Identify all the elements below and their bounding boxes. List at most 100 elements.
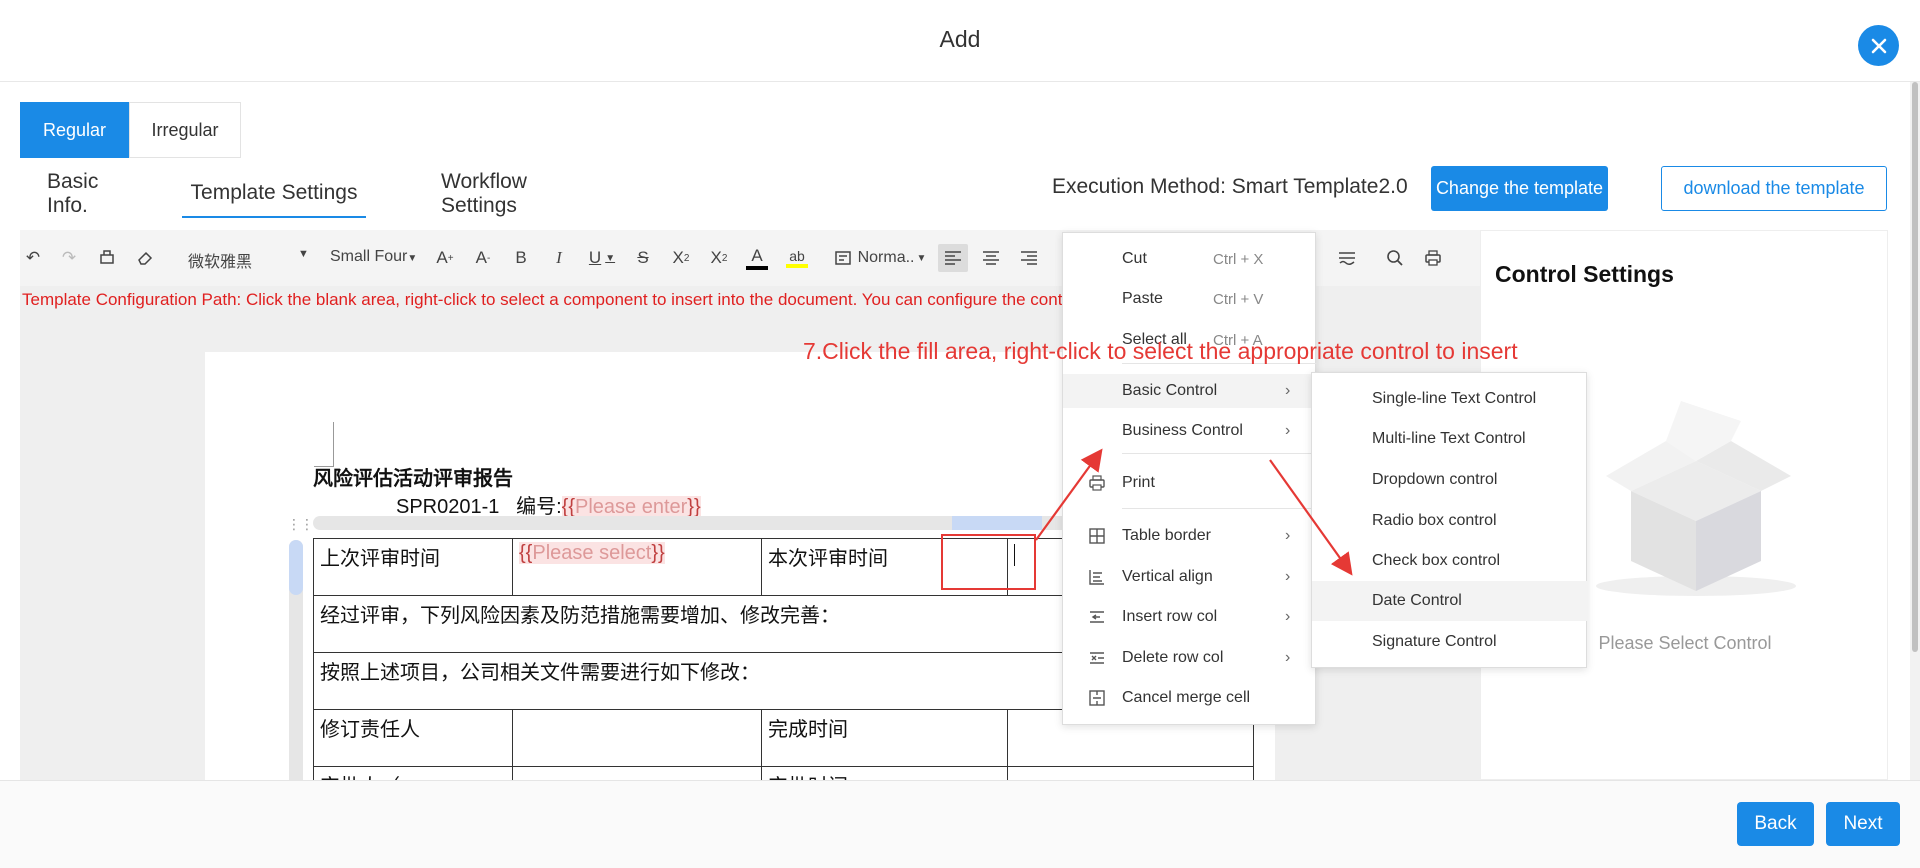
vertical-align-icon <box>1087 567 1107 587</box>
font-family-value: 微软雅黑 <box>188 254 253 271</box>
menu-item-delete-row-col[interactable]: Delete row col › <box>1063 641 1317 675</box>
menu-item-label: Print <box>1122 474 1155 491</box>
font-size-value: Small Four <box>330 248 408 265</box>
undo-icon[interactable]: ↶ <box>20 244 46 272</box>
mode-regular-button[interactable]: Regular <box>20 102 129 158</box>
delete-row-col-icon <box>1087 648 1107 668</box>
tab-workflow-settings[interactable]: Workflow Settings <box>441 170 527 218</box>
page-scrollbar[interactable] <box>1910 82 1920 782</box>
download-template-button[interactable]: download the template <box>1661 166 1887 211</box>
strikethrough-icon[interactable]: S <box>630 244 656 272</box>
submenu-item-single-line-text[interactable]: Single-line Text Control <box>1312 379 1588 419</box>
close-icon <box>1871 38 1886 53</box>
table-cell[interactable] <box>512 709 762 767</box>
table-cell[interactable]: {{Please select}} <box>512 538 762 596</box>
menu-item-cut[interactable]: Cut Ctrl + X <box>1063 242 1317 276</box>
menu-item-label: Cut <box>1122 250 1147 267</box>
chevron-right-icon: › <box>1285 608 1291 625</box>
chevron-right-icon: › <box>1285 568 1291 585</box>
change-template-button[interactable]: Change the template <box>1431 166 1608 211</box>
bold-icon[interactable]: B <box>508 244 534 272</box>
menu-item-cancel-merge[interactable]: Cancel merge cell <box>1063 681 1317 715</box>
superscript-icon[interactable]: X2 <box>668 244 694 272</box>
chevron-down-icon: ▼ <box>298 248 309 260</box>
control-settings-title: Control Settings <box>1495 261 1674 287</box>
menu-item-vertical-align[interactable]: Vertical align › <box>1063 560 1317 594</box>
fill-area-highlight <box>941 534 1036 590</box>
menu-item-table-border[interactable]: Table border › <box>1063 519 1317 553</box>
ruler-highlight <box>952 516 1042 530</box>
vertical-ruler-highlight <box>289 540 303 595</box>
menu-divider <box>1122 508 1317 509</box>
align-right-icon[interactable] <box>1014 244 1044 272</box>
submenu-item-label: Signature Control <box>1372 633 1497 650</box>
print-icon <box>1087 473 1107 493</box>
back-button[interactable]: Back <box>1737 802 1814 846</box>
align-left-icon[interactable] <box>938 244 968 272</box>
strikeline-icon[interactable] <box>1334 244 1360 272</box>
chevron-right-icon: › <box>1285 382 1291 399</box>
underline-icon[interactable]: U ▼ <box>582 244 622 272</box>
submenu-item-radio-box[interactable]: Radio box control <box>1312 501 1588 541</box>
mode-irregular-button[interactable]: Irregular <box>129 102 241 158</box>
menu-divider <box>1122 453 1317 454</box>
table-cell[interactable]: 完成时间 <box>761 709 1008 767</box>
document-code-line: SPR0201-1 编号:{{Please enter}} <box>396 490 701 519</box>
submenu-item-signature[interactable]: Signature Control <box>1312 622 1588 662</box>
close-button[interactable] <box>1858 25 1899 66</box>
submenu-item-label: Radio box control <box>1372 512 1497 529</box>
menu-item-label: Business Control <box>1122 422 1243 439</box>
scrollbar-thumb[interactable] <box>1912 82 1918 652</box>
menu-item-paste[interactable]: Paste Ctrl + V <box>1063 282 1317 316</box>
menu-item-basic-control[interactable]: Basic Control › <box>1063 374 1317 408</box>
select-placeholder-field[interactable]: {{Please select}} <box>519 542 665 564</box>
paragraph-style-select[interactable]: Norma.. ▼ <box>830 244 930 272</box>
format-painter-icon[interactable] <box>94 244 120 272</box>
modal-footer <box>0 780 1920 868</box>
font-color-icon[interactable]: A <box>744 244 770 272</box>
submenu-item-check-box[interactable]: Check box control <box>1312 541 1588 581</box>
decrease-font-icon[interactable]: A- <box>470 244 496 272</box>
highlight-color-icon[interactable]: ab <box>782 244 812 272</box>
table-cell[interactable]: 修订责任人 <box>313 709 513 767</box>
increase-font-icon[interactable]: A + <box>432 244 458 272</box>
chevron-right-icon: › <box>1285 649 1291 666</box>
basic-control-submenu: Single-line Text Control Multi-line Text… <box>1311 372 1588 668</box>
print-icon[interactable] <box>1420 244 1446 272</box>
document-code: SPR0201-1 <box>396 496 500 518</box>
empty-box-illustration <box>1596 401 1796 596</box>
redo-icon[interactable]: ↷ <box>56 244 82 272</box>
subscript-icon[interactable]: X2 <box>706 244 732 272</box>
menu-item-label: Table border <box>1122 527 1211 544</box>
paragraph-icon <box>834 251 851 265</box>
menu-item-business-control[interactable]: Business Control › <box>1063 414 1317 448</box>
menu-item-label: Paste <box>1122 290 1163 307</box>
font-family-select[interactable]: 微软雅黑 ▼ <box>188 248 314 272</box>
menu-item-insert-row-col[interactable]: Insert row col › <box>1063 600 1317 634</box>
table-cell[interactable]: 上次评审时间 <box>313 538 513 596</box>
search-icon[interactable] <box>1382 244 1408 272</box>
chevron-down-icon: ▼ <box>407 253 418 264</box>
chevron-down-icon: ▼ <box>916 252 927 264</box>
submenu-item-label: Multi-line Text Control <box>1372 430 1526 447</box>
tab-basic-info[interactable]: Basic Info. <box>47 170 98 218</box>
submenu-item-dropdown[interactable]: Dropdown control <box>1312 460 1588 500</box>
submenu-item-date-control[interactable]: Date Control <box>1312 581 1588 621</box>
table-drag-handle[interactable]: ⋮⋮ <box>287 516 314 533</box>
number-placeholder-field[interactable]: {{Please enter}} <box>561 496 701 518</box>
eraser-icon[interactable] <box>132 244 158 272</box>
mode-toggle: Regular Irregular <box>20 102 241 158</box>
select-placeholder-text: Please select <box>532 542 652 564</box>
tab-template-settings[interactable]: Template Settings <box>182 170 366 218</box>
italic-icon[interactable]: I <box>546 244 572 272</box>
horizontal-table-ruler[interactable] <box>313 516 1183 530</box>
menu-item-label: Cancel merge cell <box>1122 689 1251 706</box>
shortcut-label: Ctrl + X <box>1213 250 1264 268</box>
next-button[interactable]: Next <box>1826 802 1900 846</box>
submenu-item-multi-line-text[interactable]: Multi-line Text Control <box>1312 419 1588 459</box>
menu-item-print[interactable]: Print <box>1063 466 1317 500</box>
font-size-select[interactable]: Small Four▼ <box>330 248 425 266</box>
paragraph-style-value: Norma.. <box>857 249 915 266</box>
insert-row-col-icon <box>1087 607 1107 627</box>
align-center-icon[interactable] <box>976 244 1006 272</box>
